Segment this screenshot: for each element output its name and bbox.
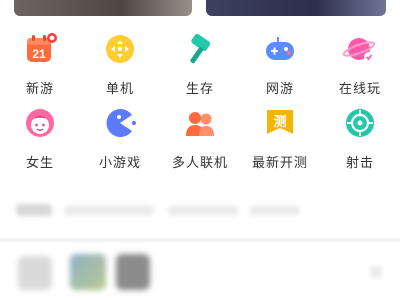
hammer-icon xyxy=(190,33,211,64)
two-people-icon xyxy=(186,112,214,136)
category-play-online[interactable]: 在线玩 xyxy=(320,30,400,97)
blurred-content-area xyxy=(0,186,400,300)
beta-badge-text: 测 xyxy=(273,114,286,130)
category-for-girls[interactable]: 女生 xyxy=(0,104,80,171)
crosshair-icon xyxy=(346,109,374,137)
category-latest-beta[interactable]: 测 最新开测 xyxy=(240,104,320,171)
category-label: 网游 xyxy=(265,82,294,97)
controller-dpad-icon xyxy=(106,35,134,63)
category-online-games[interactable]: 网游 xyxy=(240,30,320,97)
planet-icon xyxy=(343,38,376,62)
calendar-badge-icon: 21 xyxy=(27,33,57,62)
blurred-avatar xyxy=(16,204,52,216)
top-banners xyxy=(0,0,400,20)
category-mini-games[interactable]: 小游戏 xyxy=(80,104,160,171)
blurred-thumbnail xyxy=(70,254,106,290)
category-label: 生存 xyxy=(185,82,214,97)
banner-right[interactable] xyxy=(206,0,386,16)
test-flag-icon: 测 xyxy=(267,110,293,134)
category-label: 新游 xyxy=(25,82,54,97)
category-label: 最新开测 xyxy=(251,156,308,171)
pacman-icon xyxy=(106,109,136,137)
category-single-player[interactable]: 单机 xyxy=(80,30,160,97)
category-label: 单机 xyxy=(105,82,134,97)
girl-face-icon xyxy=(26,109,54,137)
blurred-text-line xyxy=(168,206,238,215)
section-divider xyxy=(0,238,400,242)
category-label: 多人联机 xyxy=(171,156,228,171)
category-survival[interactable]: 生存 xyxy=(160,30,240,97)
category-label: 小游戏 xyxy=(98,156,141,171)
blurred-arrow xyxy=(370,266,382,278)
category-label: 女生 xyxy=(25,156,54,171)
category-new-games[interactable]: 21 新游 xyxy=(0,30,80,97)
banner-left[interactable] xyxy=(14,0,192,16)
blurred-text-line xyxy=(64,206,154,215)
blurred-thumbnail xyxy=(18,256,52,290)
gamepad-icon xyxy=(266,37,294,60)
blurred-text-line xyxy=(250,206,300,215)
category-label: 射击 xyxy=(345,156,374,171)
blurred-thumbnail xyxy=(116,254,150,290)
category-label: 在线玩 xyxy=(338,82,381,97)
calendar-day: 21 xyxy=(32,47,46,61)
category-multiplayer[interactable]: 多人联机 xyxy=(160,104,240,171)
category-shooting[interactable]: 射击 xyxy=(320,104,400,171)
